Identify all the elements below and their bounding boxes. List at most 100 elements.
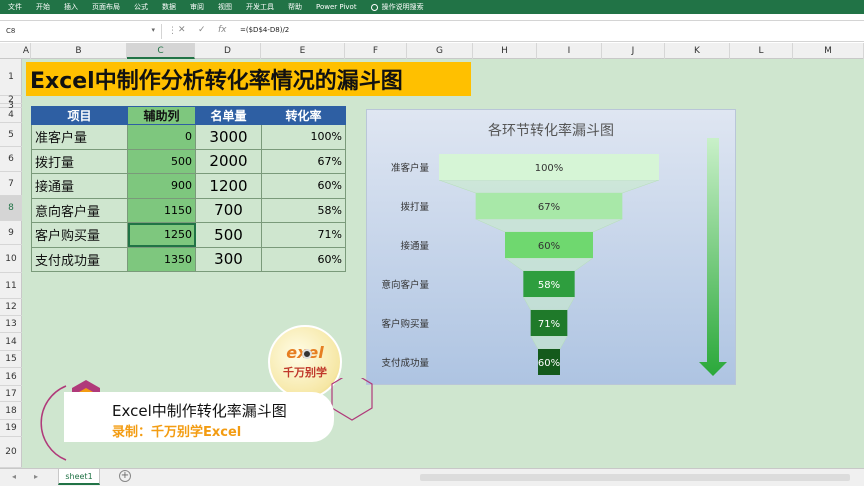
category-label: 客户购买量 <box>381 318 429 330</box>
row-header[interactable]: 11 <box>0 273 22 299</box>
formula-input[interactable]: =($D$4-D8)/2 <box>240 26 289 34</box>
scroll-right-icon[interactable]: ▸ <box>34 472 38 481</box>
column-header[interactable]: H <box>473 43 537 59</box>
row-header[interactable]: 1 <box>0 59 22 96</box>
table-cell-rate[interactable]: 71% <box>261 222 346 248</box>
funnel-chart[interactable]: 各环节转化率漏斗图 100% 准客户量 67% 拨打量 60% 接通量 58% 意向客户量 71… <box>366 109 736 385</box>
menu-item[interactable]: 文件 <box>8 2 22 12</box>
menu-item[interactable]: 数据 <box>162 2 176 12</box>
table-cell-orders[interactable]: 1200 <box>195 173 262 199</box>
row-header[interactable]: 4 <box>0 108 22 123</box>
row-header[interactable]: 12 <box>0 299 22 316</box>
row-header[interactable]: 18 <box>0 402 22 420</box>
column-headers: ABCDEFGHIJKLM <box>0 43 864 59</box>
table-cell-orders[interactable]: 700 <box>195 197 262 223</box>
table-cell-helper[interactable]: 1150 <box>127 197 196 223</box>
table-cell-rate[interactable]: 60% <box>261 246 346 272</box>
table-row: 拨打量 500 2000 67% <box>31 148 346 174</box>
table-cell-helper[interactable]: 900 <box>127 173 196 199</box>
lightbulb-icon <box>370 3 378 11</box>
menu-item[interactable]: 视图 <box>218 2 232 12</box>
table-cell-helper[interactable]: 0 <box>127 124 196 150</box>
column-header[interactable]: J <box>602 43 665 59</box>
column-header[interactable]: I <box>537 43 602 59</box>
row-header[interactable]: 5 <box>0 123 22 147</box>
sheet-tab-bar: ◂ ▸ sheet1 + <box>0 468 864 486</box>
column-header[interactable]: G <box>407 43 473 59</box>
column-header[interactable]: M <box>793 43 864 59</box>
row-header[interactable]: 10 <box>0 245 22 273</box>
menu-item[interactable]: 插入 <box>64 2 78 12</box>
header-item[interactable]: 项目 <box>31 106 128 125</box>
data-label: 58% <box>538 280 560 291</box>
table-cell-rate[interactable]: 58% <box>261 197 346 223</box>
header-orders[interactable]: 名单量 <box>195 106 262 125</box>
column-header[interactable]: A <box>22 43 31 59</box>
chevron-down-icon[interactable]: ▾ <box>151 26 155 34</box>
menu-item[interactable]: 页面布局 <box>92 2 120 12</box>
table-row: 准客户量 0 3000 100% <box>31 124 346 150</box>
row-header[interactable]: 8 <box>0 196 22 221</box>
funnel-connector <box>504 257 594 272</box>
page-title: Excel中制作分析转化率情况的漏斗图 <box>26 62 471 96</box>
horizontal-scrollbar[interactable] <box>420 474 850 481</box>
add-sheet-icon[interactable]: + <box>119 470 131 482</box>
insert-function-icon[interactable]: fx <box>218 25 227 35</box>
table-cell-name[interactable]: 支付成功量 <box>31 246 128 272</box>
table-cell-rate[interactable]: 60% <box>261 173 346 199</box>
category-label: 意向客户量 <box>381 279 429 291</box>
row-header[interactable]: 6 <box>0 147 22 172</box>
row-header[interactable]: 20 <box>0 437 22 468</box>
menu-item[interactable]: 开始 <box>36 2 50 12</box>
column-header[interactable]: C <box>127 43 195 59</box>
column-header[interactable]: D <box>195 43 261 59</box>
menu-item[interactable]: 审阅 <box>190 2 204 12</box>
table-row: 意向客户量 1150 700 58% <box>31 197 346 223</box>
column-header[interactable]: K <box>665 43 730 59</box>
lower-third-title: Excel中制作转化率漏斗图 <box>112 402 287 420</box>
menu-item[interactable]: 公式 <box>134 2 148 12</box>
row-header[interactable]: 14 <box>0 333 22 351</box>
data-label: 60% <box>538 241 560 252</box>
tell-me-search[interactable]: 操作说明搜索 <box>370 2 424 12</box>
enter-icon[interactable]: ✓ <box>198 25 206 35</box>
cancel-icon[interactable]: ✕ <box>178 25 186 35</box>
ribbon-menu-bar: 文件 开始 插入 页面布局 公式 数据 审阅 视图 开发工具 帮助 Power Pivot 操作说明搜… <box>0 0 864 14</box>
table-cell-helper[interactable]: 1350 <box>127 246 196 272</box>
header-helper[interactable]: 辅助列 <box>127 106 196 125</box>
column-header[interactable]: L <box>730 43 793 59</box>
table-row: 支付成功量 1350 300 60% <box>31 246 346 272</box>
header-rate[interactable]: 转化率 <box>261 106 346 125</box>
row-header[interactable]: 15 <box>0 351 22 368</box>
table-cell-helper[interactable]: 1250 <box>127 222 196 248</box>
table-cell-orders[interactable]: 2000 <box>195 148 262 174</box>
row-header[interactable]: 13 <box>0 316 22 333</box>
table-cell-rate[interactable]: 67% <box>261 148 346 174</box>
table-cell-orders[interactable]: 3000 <box>195 124 262 150</box>
table-cell-orders[interactable]: 300 <box>195 246 262 272</box>
table-cell-helper[interactable]: 500 <box>127 148 196 174</box>
table-cell-rate[interactable]: 100% <box>261 124 346 150</box>
name-box[interactable]: C8 ▾ <box>2 24 162 39</box>
table-cell-name[interactable]: 意向客户量 <box>31 197 128 223</box>
category-label: 准客户量 <box>391 162 430 174</box>
row-header[interactable]: 9 <box>0 221 22 245</box>
table-cell-name[interactable]: 拨打量 <box>31 148 128 174</box>
menu-item[interactable]: 帮助 <box>288 2 302 12</box>
sheet-tab[interactable]: sheet1 <box>58 469 100 485</box>
scroll-left-icon[interactable]: ◂ <box>12 472 16 481</box>
column-header[interactable]: F <box>345 43 407 59</box>
column-header[interactable]: E <box>261 43 345 59</box>
row-header[interactable]: 7 <box>0 172 22 196</box>
menu-item[interactable]: 开发工具 <box>246 2 274 12</box>
category-label: 支付成功量 <box>381 357 429 369</box>
column-header[interactable]: B <box>31 43 127 59</box>
row-header[interactable]: 19 <box>0 420 22 437</box>
menu-item[interactable]: Power Pivot <box>316 3 357 11</box>
row-header[interactable]: 16 <box>0 368 22 386</box>
row-header[interactable]: 17 <box>0 386 22 402</box>
table-cell-orders[interactable]: 500 <box>195 222 262 248</box>
table-cell-name[interactable]: 准客户量 <box>31 124 128 150</box>
table-cell-name[interactable]: 客户购买量 <box>31 222 128 248</box>
table-cell-name[interactable]: 接通量 <box>31 173 128 199</box>
